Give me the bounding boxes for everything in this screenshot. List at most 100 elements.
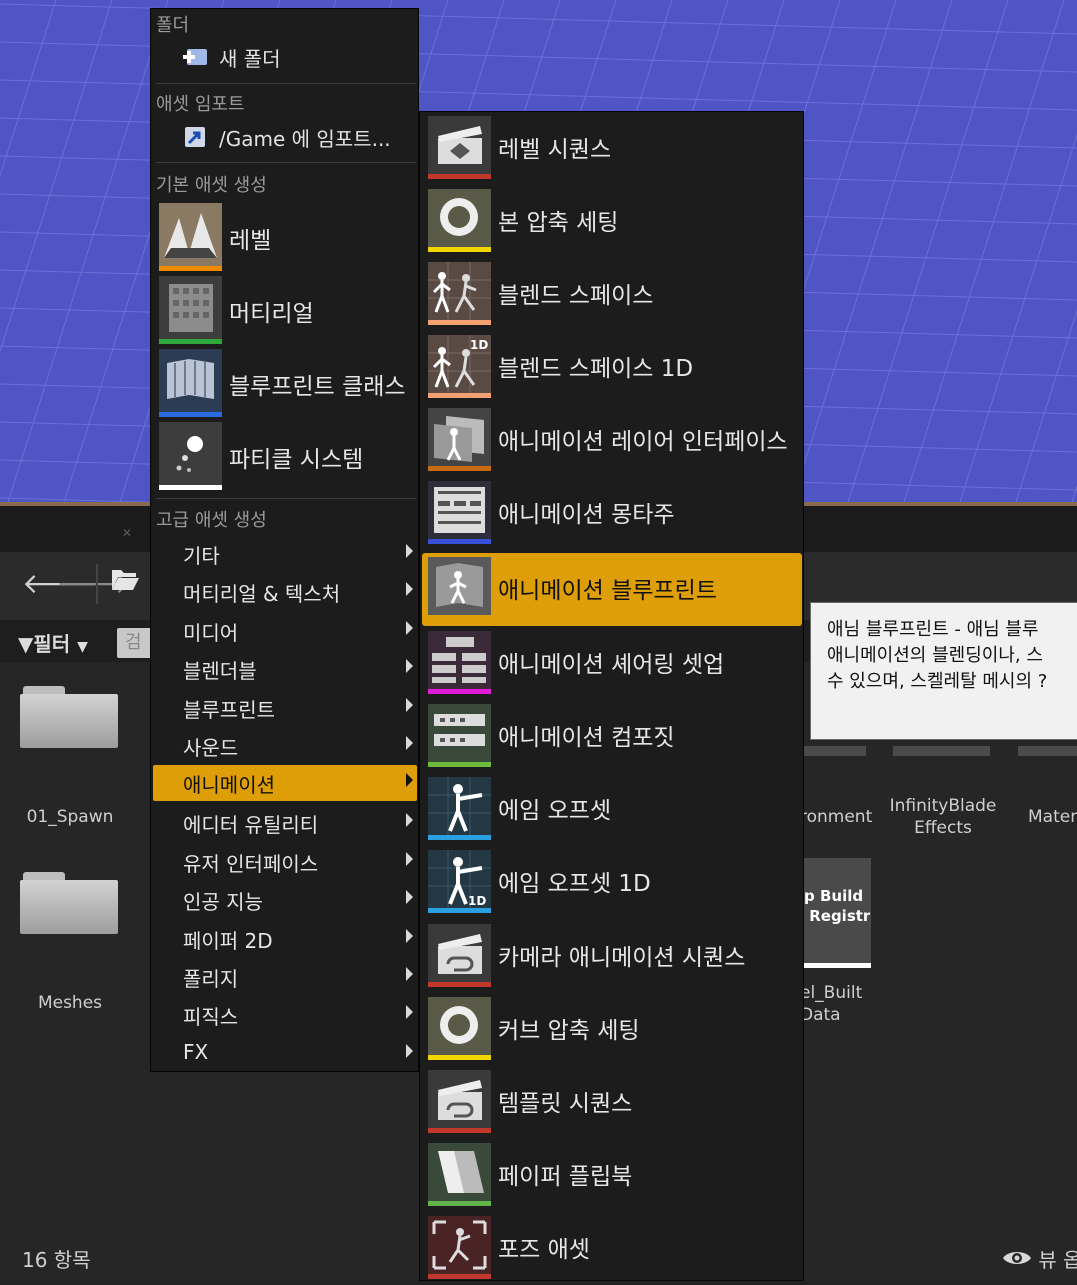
submenu-editor-utilities[interactable]: 에디터 유틸리티 — [153, 805, 417, 841]
curve-compression-label: 커브 압축 세팅 — [498, 1018, 640, 1044]
blend-space-label: 블렌드 스페이스 — [498, 283, 654, 309]
create-template-sequence-item[interactable]: 템플릿 시퀀스 — [422, 1066, 802, 1139]
chevron-down-icon: ▼ — [77, 639, 88, 655]
submenu-paper-2d[interactable]: 페이퍼 2D — [153, 921, 417, 957]
forward-arrow-icon[interactable]: 🡒 — [56, 566, 131, 602]
aim-offset-1d-label: 에임 오프셋 1D — [498, 871, 651, 897]
new-folder-icon — [181, 43, 209, 71]
anim-montage-icon — [428, 481, 491, 544]
submenu-label: 미디어 — [183, 621, 239, 645]
blueprint-icon — [159, 349, 222, 417]
create-level-label: 레벨 — [229, 228, 272, 254]
tooltip: 애님 블루프린트 - 애님 블루 애니메이션의 블렌딩이나, 스 수 있으며, … — [810, 602, 1077, 740]
submenu-sounds[interactable]: 사운드 — [153, 728, 417, 764]
create-blueprint-class-item[interactable]: 블루프린트 클래스 — [157, 349, 415, 421]
create-anim-montage-item[interactable]: 애니메이션 몽타주 — [422, 477, 802, 550]
blend-space-1d-label: 블렌드 스페이스 1D — [498, 356, 694, 382]
submenu-physics[interactable]: 피직스 — [153, 997, 417, 1033]
submenu-user-interface[interactable]: 유저 인터페이스 — [153, 844, 417, 880]
submenu-artificial-intelligence[interactable]: 인공 지능 — [153, 882, 417, 918]
chevron-right-icon — [406, 852, 413, 866]
submenu-label: 머티리얼 & 텍스처 — [183, 582, 341, 606]
asset-tile-materials[interactable] — [1018, 746, 1077, 756]
create-anim-composite-item[interactable]: 애니메이션 컴포짓 — [422, 700, 802, 773]
template-sequence-icon — [428, 1070, 491, 1133]
submenu-misc[interactable]: 기타 — [153, 536, 417, 572]
section-divider — [156, 162, 416, 163]
asset-tile-infinityblade[interactable] — [893, 746, 990, 756]
submenu-label: 에디터 유틸리티 — [183, 813, 319, 837]
submenu-blendables[interactable]: 블렌더블 — [153, 651, 417, 687]
create-bone-compression-item[interactable]: 본 압축 세팅 — [422, 185, 802, 258]
create-blueprint-class-label: 블루프린트 클래스 — [229, 374, 406, 400]
submenu-foliage[interactable]: 폴리지 — [153, 959, 417, 995]
submenu-label: 피직스 — [183, 1005, 239, 1029]
back-arrow-icon[interactable]: 🡐 — [22, 566, 97, 602]
create-level-sequence-item[interactable]: 레벨 시퀀스 — [422, 112, 802, 185]
template-sequence-label: 템플릿 시퀀스 — [498, 1091, 633, 1117]
section-divider — [156, 83, 416, 84]
filter-button[interactable]: ▼필터 ▼ — [18, 628, 88, 657]
asset-label-line: el_Built — [800, 983, 863, 1003]
section-header-folder: 폴더 — [156, 15, 190, 36]
tooltip-line: 애니메이션의 블렌딩이나, 스 — [827, 645, 1043, 666]
create-material-item[interactable]: 머티리얼 — [157, 276, 415, 348]
paper-flipbook-icon — [428, 1143, 491, 1206]
asset-tile-environment[interactable] — [804, 746, 866, 756]
submenu-fx[interactable]: FX — [153, 1036, 417, 1072]
submenu-label: 기타 — [183, 544, 220, 568]
create-anim-blueprint-item[interactable]: 애니메이션 블루프린트 — [422, 553, 802, 626]
create-level-item[interactable]: 레벨 — [157, 203, 415, 275]
import-icon — [181, 123, 209, 151]
chevron-right-icon — [406, 929, 413, 943]
create-blend-space-item[interactable]: 블렌드 스페이스 — [422, 258, 802, 331]
submenu-label: FX — [183, 1040, 209, 1064]
create-anim-layer-interface-item[interactable]: 애니메이션 레이어 인터페이스 — [422, 404, 802, 477]
chevron-right-icon — [406, 890, 413, 904]
section-header-import: 애셋 임포트 — [156, 94, 245, 115]
animation-submenu: 레벨 시퀀스 본 압축 세팅 블렌드 스페이스 1D 블렌드 스페이스 1D 애… — [419, 111, 804, 1281]
submenu-blueprints[interactable]: 블루프린트 — [153, 690, 417, 726]
tooltip-line: 수 있으며, 스켈레탈 메시의 ? — [827, 671, 1048, 692]
anim-sharing-setup-label: 애니메이션 셰어링 셋업 — [498, 652, 725, 678]
submenu-materials-textures[interactable]: 머티리얼 & 텍스처 — [153, 574, 417, 610]
chevron-right-icon — [406, 773, 413, 787]
create-paper-flipbook-item[interactable]: 페이퍼 플립북 — [422, 1139, 802, 1212]
new-folder-item[interactable]: 새 폴더 — [181, 37, 281, 77]
create-camera-anim-sequence-item[interactable]: 카메라 애니메이션 시퀀스 — [422, 920, 802, 993]
folder-open-icon[interactable] — [110, 566, 140, 602]
create-pose-asset-item[interactable]: 포즈 애셋 — [422, 1212, 802, 1285]
submenu-label: 사운드 — [183, 736, 239, 760]
pose-asset-label: 포즈 애셋 — [498, 1237, 590, 1263]
camera-anim-sequence-icon — [428, 924, 491, 987]
anim-montage-label: 애니메이션 몽타주 — [498, 502, 675, 528]
close-icon[interactable]: ✕ — [122, 526, 132, 540]
create-aim-offset-1d-item[interactable]: 1D 에임 오프셋 1D — [422, 846, 802, 919]
section-header-basic: 기본 애셋 생성 — [156, 175, 267, 196]
submenu-label: 블렌더블 — [183, 659, 257, 683]
asset-tile-registry-text: p Build Registry — [804, 887, 870, 925]
create-curve-compression-item[interactable]: 커브 압축 세팅 — [422, 993, 802, 1066]
chevron-right-icon — [406, 698, 413, 712]
create-aim-offset-item[interactable]: 에임 오프셋 — [422, 773, 802, 846]
paper-flipbook-label: 페이퍼 플립북 — [498, 1164, 633, 1190]
svg-text:1D: 1D — [468, 894, 486, 908]
blend-space-icon — [428, 262, 491, 325]
submenu-label: 폴리지 — [183, 967, 239, 991]
create-anim-sharing-setup-item[interactable]: 애니메이션 셰어링 셋업 — [422, 627, 802, 700]
asset-label-line: Data — [800, 1005, 841, 1025]
asset-label-spawn: 01_Spawn — [26, 807, 114, 827]
add-new-context-menu: 폴더 새 폴더 애셋 임포트 /Game 에 임포트... 기본 애셋 생성 레… — [150, 8, 419, 1072]
anim-layer-interface-icon — [428, 408, 491, 471]
bone-compression-icon — [428, 189, 491, 252]
submenu-animation[interactable]: 애니메이션 — [153, 765, 417, 801]
submenu-media[interactable]: 미디어 — [153, 613, 417, 649]
create-particle-system-item[interactable]: 파티클 시스템 — [157, 422, 415, 494]
chevron-right-icon — [406, 621, 413, 635]
view-options-button[interactable]: 뷰 옵 — [1002, 1244, 1077, 1273]
anim-composite-icon — [428, 704, 491, 767]
asset-label-line: Effects — [914, 818, 972, 838]
import-item[interactable]: /Game 에 임포트... — [181, 117, 391, 157]
create-blend-space-1d-item[interactable]: 1D 블렌드 스페이스 1D — [422, 331, 802, 404]
section-divider — [156, 498, 416, 499]
